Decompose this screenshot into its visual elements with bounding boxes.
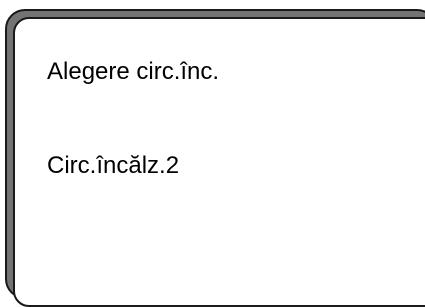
selected-heating-circuit[interactable]: Circ.încălz.2: [47, 151, 179, 181]
menu-title: Alegere circ.înc.: [47, 58, 220, 85]
